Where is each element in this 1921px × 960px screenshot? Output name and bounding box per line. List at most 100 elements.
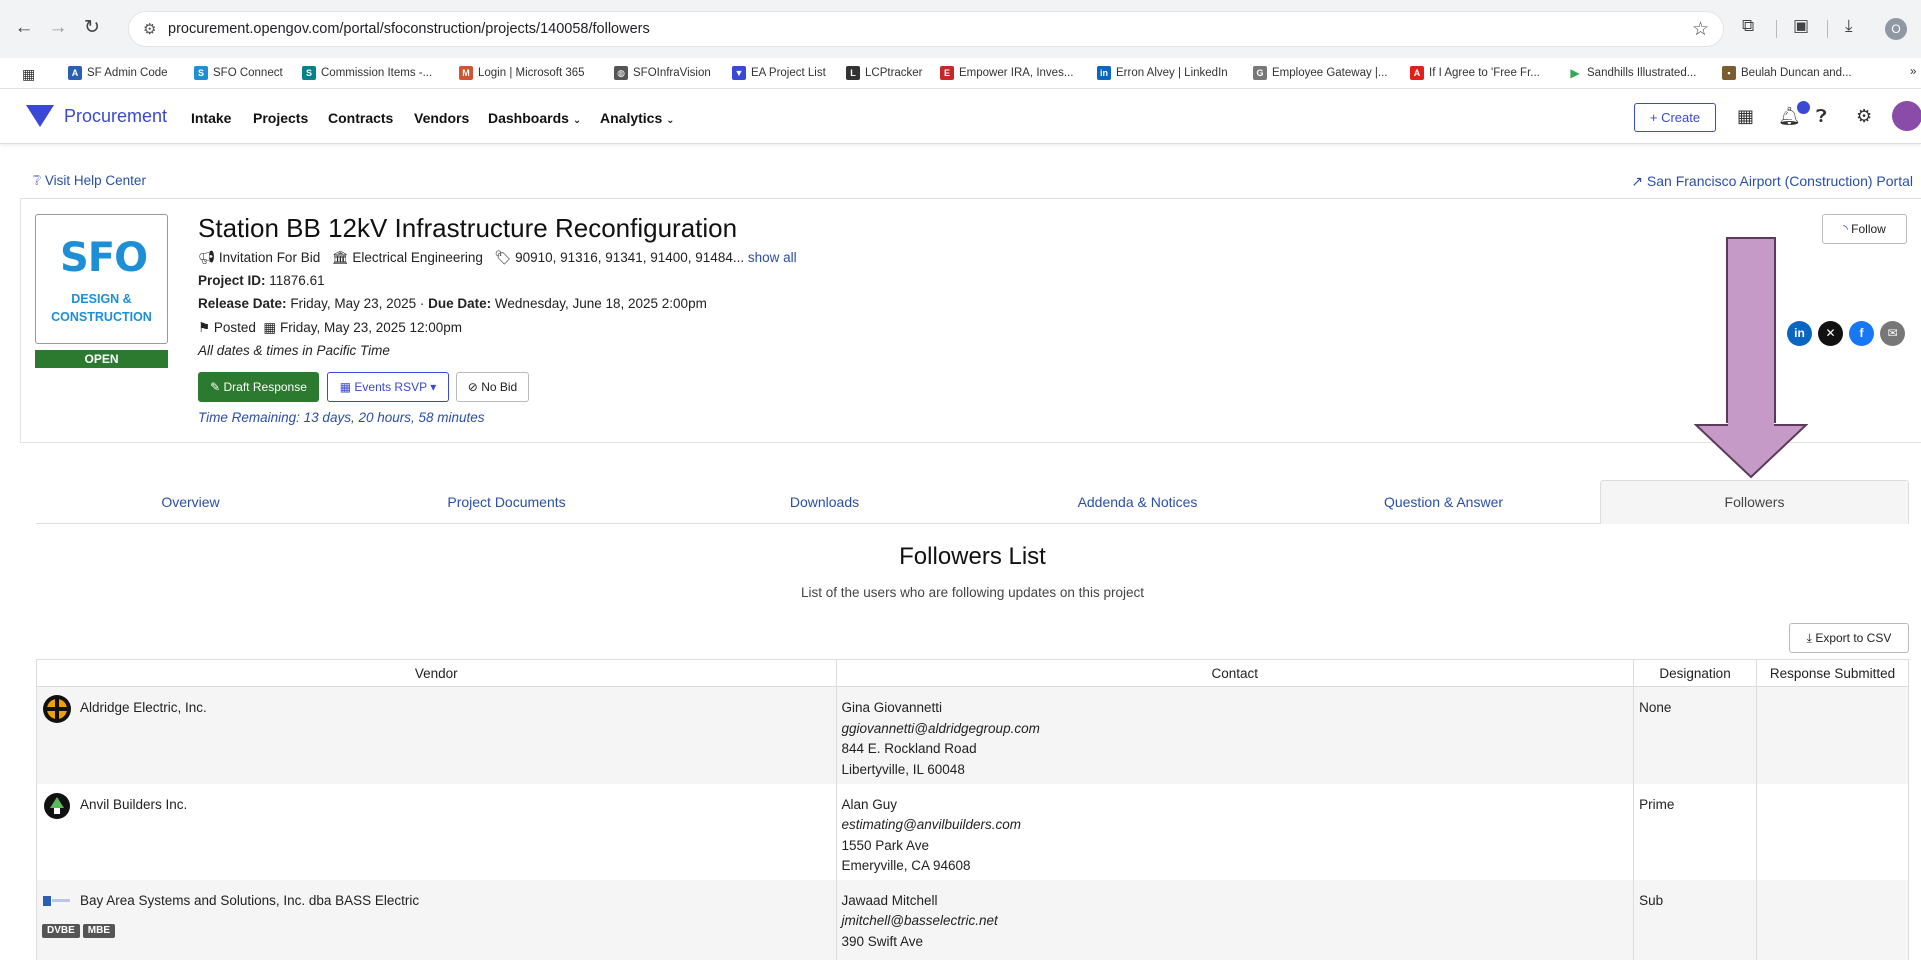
bookmark-item[interactable]: M Login | Microsoft 365: [459, 66, 585, 80]
nav-contracts[interactable]: Contracts: [328, 110, 393, 126]
email-share-icon[interactable]: ✉: [1880, 321, 1905, 346]
apps-grid-icon[interactable]: ▦: [22, 66, 35, 83]
response-cell: [1756, 783, 1909, 880]
nav-dashboards[interactable]: Dashboards ⌄: [488, 110, 581, 126]
download-icon[interactable]: ⤓: [1845, 16, 1853, 36]
tab-question-answer[interactable]: Question & Answer: [1289, 494, 1598, 510]
column-header-designation[interactable]: Designation: [1633, 659, 1758, 687]
back-arrow-icon[interactable]: ←: [12, 16, 36, 40]
project-id-line: Project ID: 11876.61: [198, 273, 325, 288]
anvil-logo-icon: [44, 792, 70, 819]
nav-projects[interactable]: Projects: [253, 110, 308, 126]
contact-cell: Gina Giovannetti ggiovannetti@aldridgegr…: [835, 686, 1635, 784]
bookmark-item[interactable]: in Erron Alvey | LinkedIn: [1097, 66, 1228, 80]
bookmark-item[interactable]: S SFO Connect: [194, 66, 283, 80]
followers-title: Followers List: [899, 543, 1046, 570]
bookmark-item[interactable]: ◍ SFOInfraVision: [614, 66, 711, 80]
draft-response-button[interactable]: ✎ Draft Response: [198, 372, 319, 402]
nav-vendors[interactable]: Vendors: [414, 110, 469, 126]
bookmark-item[interactable]: A If I Agree to 'Free Fr...: [1410, 66, 1540, 80]
extensions-icon[interactable]: ⧉: [1742, 16, 1754, 36]
column-header-contact[interactable]: Contact: [835, 659, 1635, 687]
site-settings-icon[interactable]: ⚙: [143, 20, 156, 38]
question-circle-icon: ❔︎: [33, 173, 42, 188]
tab-overview[interactable]: Overview: [36, 494, 345, 510]
designation-cell: None: [1633, 686, 1758, 784]
bookmark-item[interactable]: S Commission Items -...: [302, 66, 432, 80]
annotation-arrow-shaft: [1726, 237, 1776, 423]
bookmark-item[interactable]: E Empower IRA, Inves...: [940, 66, 1073, 80]
brand-name[interactable]: Procurement: [64, 106, 167, 127]
vendor-cell: Aldridge Electric, Inc.: [36, 686, 837, 784]
alp-icon: A: [68, 66, 82, 80]
events-rsvp-button[interactable]: ▦ Events RSVP ▾: [327, 372, 449, 402]
chevron-down-icon: ⌄: [572, 115, 582, 126]
bookmarks-overflow-icon[interactable]: »: [1910, 66, 1916, 78]
adobe-icon: A: [1410, 66, 1424, 80]
chevron-down-icon: ⌄: [666, 115, 675, 126]
megaphone-icon: 📢︎: [198, 250, 216, 265]
column-header-response[interactable]: Response Submitted: [1756, 659, 1909, 687]
show-all-link[interactable]: show all: [748, 250, 797, 265]
tab-downloads[interactable]: Downloads: [670, 494, 979, 510]
contact-cell: Alan Guy estimating@anvilbuilders.com 15…: [835, 783, 1635, 880]
sharepoint-icon: S: [302, 66, 316, 80]
export-csv-button[interactable]: ⤓ Export to CSV: [1789, 623, 1909, 653]
address-bar[interactable]: ⚙ procurement.opengov.com/portal/sfocons…: [128, 11, 1724, 47]
gateway-icon: G: [1253, 66, 1267, 80]
tab-addenda-notices[interactable]: Addenda & Notices: [983, 494, 1292, 510]
no-bid-button[interactable]: ⊘ No Bid: [456, 372, 529, 402]
profile-avatar[interactable]: O: [1885, 18, 1907, 40]
response-cell: [1756, 879, 1909, 960]
create-button[interactable]: + Create: [1634, 103, 1716, 132]
calendar-icon[interactable]: ▦: [1737, 106, 1754, 127]
image-icon: ▪: [1722, 66, 1736, 80]
bookmark-item[interactable]: A SF Admin Code: [68, 66, 168, 80]
column-header-vendor[interactable]: Vendor: [36, 659, 837, 687]
bass-logo-icon: [43, 895, 70, 906]
caret-down-icon: ▾: [430, 380, 437, 394]
timezone-note: All dates & times in Pacific Time: [198, 343, 390, 358]
follow-button[interactable]: ◝ Follow: [1822, 214, 1907, 244]
tab-project-documents[interactable]: Project Documents: [352, 494, 661, 510]
nav-analytics[interactable]: Analytics ⌄: [600, 110, 675, 126]
help-center-link[interactable]: ❔︎ Visit Help Center: [33, 173, 146, 189]
tab-search-icon[interactable]: ▣: [1793, 16, 1809, 36]
contact-email[interactable]: ggiovannetti@aldridgegroup.com: [842, 719, 1629, 740]
pencil-icon: ✎: [210, 380, 221, 394]
ban-icon: ⊘: [467, 380, 478, 394]
bookmark-item[interactable]: L LCPtracker: [846, 66, 923, 80]
bookmark-star-icon[interactable]: ☆: [1692, 18, 1709, 41]
linkedin-share-icon[interactable]: in: [1787, 321, 1812, 346]
logo-subtitle: DESIGN & CONSTRUCTION: [51, 292, 152, 324]
forward-arrow-icon[interactable]: →: [46, 16, 70, 40]
bookmark-item[interactable]: G Employee Gateway |...: [1253, 66, 1387, 80]
certification-badge: MBE: [82, 923, 116, 938]
globe-icon: ◍: [614, 66, 628, 80]
contact-name: Alan Guy: [841, 796, 898, 812]
bookmark-item[interactable]: ▪ Beulah Duncan and...: [1722, 66, 1852, 80]
posted-line: ⚑ Posted ▦ Friday, May 23, 2025 12:00pm: [198, 320, 463, 335]
bookmark-item[interactable]: ▼ EA Project List: [732, 66, 826, 80]
contact-email[interactable]: jmitchell@basselectric.net: [842, 911, 1629, 932]
x-share-icon[interactable]: ✕: [1818, 321, 1843, 346]
bookmark-item[interactable]: ▶ Sandhills Illustrated...: [1568, 66, 1696, 80]
ms365-icon: M: [459, 66, 473, 80]
tab-followers[interactable]: Followers: [1600, 480, 1909, 524]
notification-dot: [1797, 101, 1810, 114]
dates-line: Release Date: Friday, May 23, 2025 · Due…: [198, 296, 707, 311]
nav-intake[interactable]: Intake: [191, 110, 231, 126]
page-title: Station BB 12kV Infrastructure Reconfigu…: [198, 213, 738, 243]
user-avatar[interactable]: [1892, 101, 1921, 131]
vendor-cell: Anvil Builders Inc.: [36, 783, 837, 880]
facebook-share-icon[interactable]: f: [1849, 321, 1874, 346]
gear-icon[interactable]: ⚙: [1856, 106, 1872, 127]
contact-email[interactable]: estimating@anvilbuilders.com: [842, 815, 1629, 836]
download-icon: ⤓: [1806, 631, 1812, 645]
reload-icon[interactable]: ↻: [80, 16, 104, 40]
portal-link[interactable]: ↗ San Francisco Airport (Construction) P…: [1631, 173, 1913, 190]
institution-icon: 🏛︎: [331, 250, 349, 265]
toolbar-divider: [1776, 20, 1777, 38]
help-icon[interactable]: ❓︎: [1816, 106, 1827, 127]
opengov-logo-icon[interactable]: [26, 105, 54, 127]
